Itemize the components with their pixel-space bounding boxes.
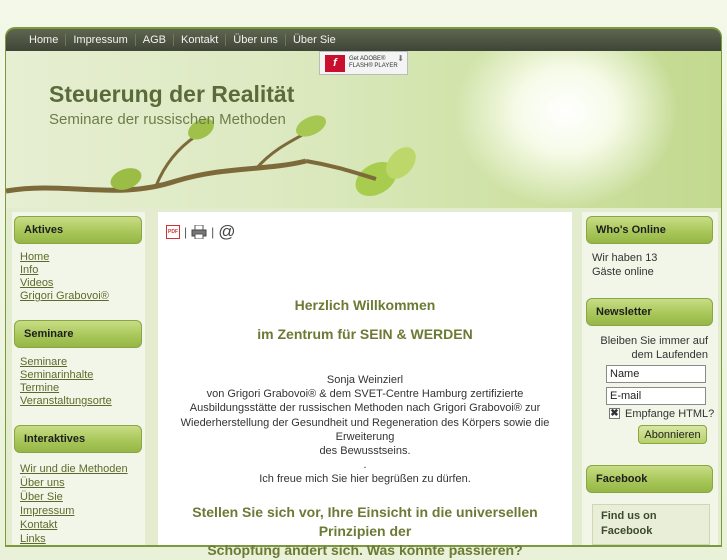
intro-line: Ausbildungsstätte der russischen Methode… (189, 402, 541, 415)
facebook-heading: Facebook (586, 465, 713, 493)
aktives-menu: Home Info Videos Grigori Grabovoi® (20, 251, 109, 303)
interaktives-link-kontakt[interactable]: Kontakt (20, 518, 128, 532)
interaktives-link-impressum[interactable]: Impressum (20, 504, 128, 518)
newsletter-text-line1: Bleiben Sie immer auf (600, 335, 708, 347)
top-navigation: Home Impressum AGB Kontakt Über uns Über… (6, 29, 721, 51)
question-heading: Stellen Sie sich vor, Ihre Einsicht in d… (162, 503, 568, 560)
question-line-1: Stellen Sie sich vor, Ihre Einsicht in d… (192, 504, 538, 539)
seminare-link-termine[interactable]: Termine (20, 382, 112, 395)
aktives-link-grabovoi[interactable]: Grigori Grabovoi® (20, 290, 109, 303)
icon-separator: | (211, 225, 215, 239)
header-banner: Steuerung der Realität Seminare der russ… (6, 51, 721, 208)
facebook-widget[interactable]: Find us on Facebook (592, 504, 710, 545)
download-arrow-icon: ⬇ (397, 54, 404, 63)
nav-agb[interactable]: AGB (134, 34, 173, 46)
aktives-link-videos[interactable]: Videos (20, 277, 109, 290)
intro-line: Wiederherstellung der Gesundheit und Reg… (180, 416, 550, 443)
facebook-line1: Find us on (601, 510, 657, 522)
flash-badge-line2: FLASH® PLAYER (349, 63, 398, 69)
nav-ueber-sie[interactable]: Über Sie (284, 34, 343, 46)
seminare-link-inhalte[interactable]: Seminarinhalte (20, 369, 112, 382)
interaktives-menu: Wir und die Methoden Über uns Über Sie I… (20, 462, 128, 546)
interaktives-link-ueber-uns[interactable]: Über uns (20, 476, 128, 490)
seminare-menu: Seminare Seminarinhalte Termine Veransta… (20, 356, 112, 408)
facebook-line2: Facebook (601, 525, 653, 537)
newsletter-name-input[interactable]: Name (606, 365, 706, 383)
flash-player-badge[interactable]: f Get ADOBE® FLASH® PLAYER ⬇ (319, 51, 408, 75)
newsletter-text: Bleiben Sie immer auf dem Laufenden (592, 334, 708, 362)
nav-impressum[interactable]: Impressum (65, 34, 134, 46)
nav-ueber-uns[interactable]: Über uns (225, 34, 285, 46)
interaktives-link-ueber-sie[interactable]: Über Sie (20, 490, 128, 504)
interaktives-link-links[interactable]: Links (20, 532, 128, 546)
newsletter-email-input[interactable]: E-mail (606, 387, 706, 405)
aktives-heading: Aktives (14, 216, 142, 244)
icon-separator: | (184, 225, 188, 239)
nav-home[interactable]: Home (22, 34, 65, 46)
intro-line: des Bewusstseins. (319, 445, 411, 458)
print-icon[interactable] (191, 225, 207, 239)
intro-line: Sonja Weinzierl (326, 374, 404, 386)
online-guests-line: Gäste online (592, 266, 654, 278)
intro-line: . (363, 459, 367, 472)
intro-line: Ich freue mich Sie hier begrüßen zu dürf… (259, 473, 471, 486)
article-icons: PDF | | @ (166, 223, 236, 240)
question-line-2: Schöpfung ändert sich. Was könnte passie… (207, 542, 523, 558)
nav-kontakt[interactable]: Kontakt (172, 34, 225, 46)
interaktives-heading: Interaktives (14, 425, 142, 453)
seminare-link-seminare[interactable]: Seminare (20, 356, 112, 369)
flash-icon: f (325, 54, 345, 72)
whos-online-text: Wir haben 13 Gäste online (592, 251, 657, 279)
intro-line: von Grigori Grabovoi® & dem SVET-Centre … (206, 388, 524, 401)
site-subtitle: Seminare der russischen Methoden (49, 111, 286, 128)
html-checkbox[interactable]: ✖ (609, 408, 620, 419)
html-checkbox-label: Empfange HTML? (625, 408, 715, 420)
email-icon[interactable]: @ (218, 223, 235, 240)
aktives-link-home[interactable]: Home (20, 251, 109, 264)
seminare-heading: Seminare (14, 320, 142, 348)
whos-online-heading: Who's Online (586, 216, 713, 244)
aktives-link-info[interactable]: Info (20, 264, 109, 277)
site-title: Steuerung der Realität (49, 81, 295, 107)
welcome-heading-1: Herzlich Willkommen (294, 297, 436, 313)
seminare-link-orte[interactable]: Veranstaltungsorte (20, 395, 112, 408)
subscribe-button[interactable]: Abonnieren (638, 425, 707, 444)
welcome-heading-2: im Zentrum für SEIN & WERDEN (257, 326, 473, 342)
intro-text: Sonja Weinzierl von Grigori Grabovoi® & … (162, 373, 568, 487)
interaktives-link-methoden[interactable]: Wir und die Methoden (20, 462, 128, 476)
newsletter-heading: Newsletter (586, 298, 713, 326)
flash-badge-line1: Get ADOBE® (349, 56, 386, 62)
pdf-icon[interactable]: PDF (166, 225, 180, 239)
online-count-line: Wir haben 13 (592, 252, 658, 264)
newsletter-text-line2: dem Laufenden (631, 349, 708, 361)
